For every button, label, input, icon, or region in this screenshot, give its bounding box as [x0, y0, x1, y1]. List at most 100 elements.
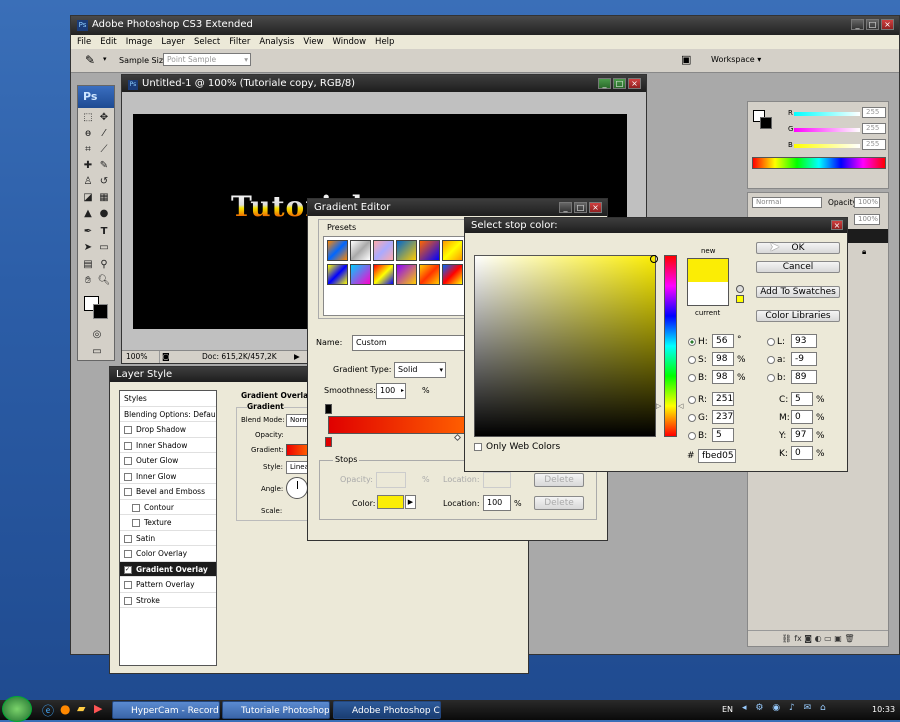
cp-close-button[interactable]: × [831, 220, 843, 230]
layer-fill-input[interactable]: 100% [854, 214, 880, 225]
layer-style-checkbox[interactable] [124, 426, 132, 434]
a-radio[interactable] [767, 356, 775, 364]
marquee-tool-icon[interactable]: ⬚ [81, 111, 95, 124]
layer-style-item-blending-options-default[interactable]: Blending Options: Default [120, 407, 216, 422]
taskbar-button-hypercam[interactable]: HyperCam - Recording [112, 701, 220, 719]
magic-wand-tool-icon[interactable]: ⁄ [97, 127, 111, 140]
language-indicator[interactable]: EN [722, 705, 733, 714]
firefox-quicklaunch-icon[interactable]: ● [60, 702, 70, 716]
history-brush-tool-icon[interactable]: ↺ [97, 175, 111, 188]
only-web-colors-checkbox[interactable]: Only Web Colors [474, 442, 560, 452]
move-tool-icon[interactable]: ✥ [97, 111, 111, 124]
screen-mode-icon[interactable]: ▭ [90, 345, 104, 358]
l-radio[interactable] [767, 338, 775, 346]
layer-style-checkbox[interactable] [124, 534, 132, 543]
layer-style-checkbox[interactable] [124, 488, 132, 496]
hue-slider-left-arrow-icon[interactable]: ▷ [656, 402, 661, 410]
doc-minimize-button[interactable]: _ [598, 78, 611, 89]
layer-style-item-outer-glow[interactable]: Outer Glow [120, 453, 216, 469]
layer-style-checkbox[interactable] [124, 581, 132, 589]
r-value[interactable]: 255 [862, 107, 886, 118]
shape-tool-icon[interactable]: ▭ [97, 241, 111, 254]
layer-style-checkbox[interactable] [132, 503, 140, 512]
layer-style-item-drop-shadow[interactable]: Drop Shadow [120, 422, 216, 438]
layer-style-item-inner-glow[interactable]: Inner Glow [120, 469, 216, 484]
web-safe-color-icon[interactable] [736, 295, 744, 303]
layer-blend-mode-select[interactable]: Normal [752, 197, 822, 208]
stop-color-swatch[interactable] [377, 495, 404, 509]
layer-style-checkbox[interactable] [132, 519, 140, 527]
menu-select[interactable]: Select [194, 37, 220, 47]
r-slider[interactable] [794, 112, 860, 116]
color-location-input[interactable]: 100 [483, 495, 511, 511]
ls-angle-dial[interactable] [286, 477, 308, 499]
menu-file[interactable]: File [77, 37, 91, 47]
midpoint-marker[interactable] [453, 433, 462, 442]
opacity-stop-marker[interactable] [325, 404, 332, 414]
layer-style-item-bevel-and-emboss[interactable]: Bevel and Emboss [120, 484, 216, 500]
layer-style-item-color-overlay[interactable]: Color Overlay [120, 546, 216, 562]
eyedropper-icon[interactable]: ⚲ [97, 258, 111, 271]
minimize-button[interactable]: _ [851, 19, 864, 30]
eraser-tool-icon[interactable]: ◪ [81, 191, 95, 204]
dodge-tool-icon[interactable]: ● [97, 207, 111, 220]
workspace-icon[interactable]: ▣ [681, 53, 691, 66]
tray-icons[interactable]: ◂ ⚙ ◉ ♪ ✉ ⌂ [742, 703, 829, 713]
l-input[interactable]: 93 [791, 334, 817, 348]
layer-style-checkbox[interactable] [124, 550, 132, 558]
s-radio[interactable] [688, 356, 696, 364]
folder-quicklaunch-icon[interactable]: ▰ [77, 702, 85, 715]
rgb-b-input[interactable]: 5 [712, 428, 734, 442]
stamp-tool-icon[interactable]: ♙ [81, 175, 95, 188]
quick-mask-icon[interactable]: ◎ [90, 328, 104, 341]
doc-info[interactable]: Doc: 615,2K/457,2K [202, 351, 277, 363]
menu-layer[interactable]: Layer [161, 37, 185, 47]
rgb-b-radio[interactable] [688, 432, 696, 440]
layer-style-item-stroke[interactable]: Stroke [120, 593, 216, 608]
add-to-swatches-button[interactable]: Add To Swatches [756, 286, 840, 298]
gamut-warning-icon[interactable] [736, 285, 744, 293]
doc-maximize-button[interactable]: □ [613, 78, 626, 89]
color-stop-marker[interactable] [325, 437, 332, 447]
hex-input[interactable]: fbed05 [698, 449, 736, 463]
a-input[interactable]: -9 [791, 352, 817, 366]
k-input[interactable]: 0 [791, 446, 813, 460]
cancel-button[interactable]: Cancel [756, 261, 840, 273]
layer-opacity-input[interactable]: 100% [854, 197, 880, 208]
b-input[interactable]: 98 [712, 370, 734, 384]
gradient-preset-swatch[interactable] [396, 264, 417, 285]
notes-tool-icon[interactable]: ▤ [81, 258, 95, 271]
bg-color-swatch[interactable] [760, 117, 772, 129]
menu-edit[interactable]: Edit [100, 37, 116, 47]
y-input[interactable]: 97 [791, 428, 813, 442]
maximize-button[interactable]: □ [866, 19, 879, 30]
gradient-preset-swatch[interactable] [419, 240, 440, 261]
layer-style-item-pattern-overlay[interactable]: Pattern Overlay [120, 577, 216, 593]
b-radio[interactable] [688, 374, 696, 382]
start-button[interactable] [2, 696, 32, 722]
h-radio[interactable] [688, 338, 696, 346]
path-selection-tool-icon[interactable]: ➤ [81, 241, 95, 254]
gradient-type-select[interactable]: Solid ▾ [394, 362, 446, 378]
m-input[interactable]: 0 [791, 410, 813, 424]
type-tool-icon[interactable]: T [97, 225, 111, 238]
eyedropper-tool-icon[interactable]: ✎ [85, 53, 95, 67]
gradient-preset-swatch[interactable] [442, 264, 463, 285]
zoom-tool-icon[interactable]: 🔍︎ [97, 274, 111, 287]
layer-style-checkbox[interactable] [124, 457, 132, 465]
menu-image[interactable]: Image [126, 37, 153, 47]
menu-help[interactable]: Help [375, 37, 394, 47]
gradient-preset-swatch[interactable] [396, 240, 417, 261]
clock[interactable]: 10:33 [872, 705, 895, 714]
doc-close-button[interactable]: × [628, 78, 641, 89]
taskbar-button-tutoriale[interactable]: Tutoriale Photoshop -... [222, 701, 330, 719]
smoothness-input[interactable]: 100 ▸ [376, 383, 406, 399]
g-radio[interactable] [688, 414, 696, 422]
zoom-level[interactable]: 100% [126, 351, 160, 363]
hue-slider-right-arrow-icon[interactable]: ◁ [678, 402, 683, 410]
color-spectrum-bar[interactable] [752, 157, 886, 169]
ge-close-button[interactable]: × [589, 202, 602, 213]
lab-b-input[interactable]: 89 [791, 370, 817, 384]
g-slider[interactable] [794, 128, 860, 132]
gradient-tool-icon[interactable]: ▦ [97, 191, 111, 204]
